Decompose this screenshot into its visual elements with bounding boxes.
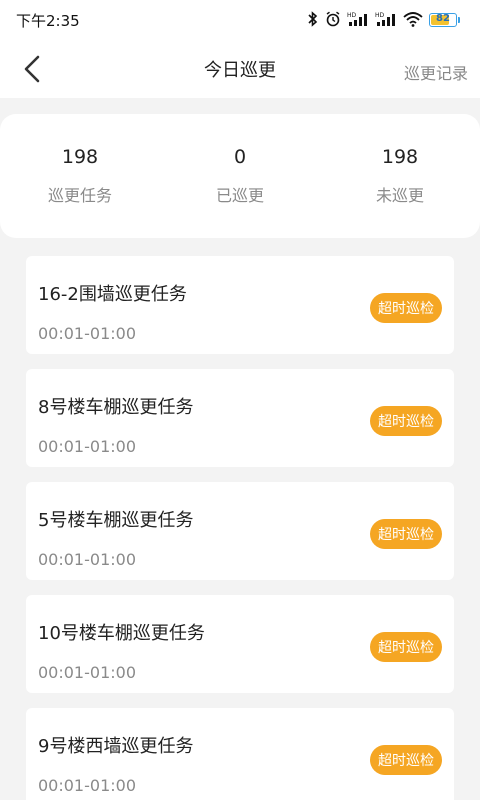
stat-value: 198 bbox=[381, 146, 419, 168]
hd-signal-icon: HD bbox=[375, 11, 397, 30]
svg-text:HD: HD bbox=[375, 12, 385, 19]
wifi-icon bbox=[403, 11, 423, 30]
status-badge[interactable]: 超时巡检 bbox=[370, 745, 442, 775]
page-title: 今日巡更 bbox=[204, 60, 276, 81]
status-badge[interactable]: 超时巡检 bbox=[370, 406, 442, 436]
stat-label: 巡更任务 bbox=[47, 186, 112, 205]
task-name: 16-2围墙巡更任务 bbox=[38, 284, 187, 305]
svg-text:HD: HD bbox=[347, 12, 357, 19]
task-time: 00:01-01:00 bbox=[38, 663, 136, 682]
task-name: 10号楼车棚巡更任务 bbox=[38, 623, 205, 644]
back-button[interactable] bbox=[18, 54, 46, 84]
stat-value: 198 bbox=[61, 146, 99, 168]
status-badge[interactable]: 超时巡检 bbox=[370, 632, 442, 662]
status-badge[interactable]: 超时巡检 bbox=[370, 293, 442, 323]
stats-panel: 198 巡更任务 0 已巡更 198 未巡更 bbox=[0, 114, 480, 238]
top-nav: 今日巡更 巡更记录 bbox=[0, 40, 480, 98]
patrol-record-link[interactable]: 巡更记录 bbox=[404, 60, 468, 84]
task-card[interactable]: 8号楼车棚巡更任务 00:01-01:00 超时巡检 bbox=[26, 369, 454, 467]
task-time: 00:01-01:00 bbox=[38, 776, 136, 795]
task-card[interactable]: 16-2围墙巡更任务 00:01-01:00 超时巡检 bbox=[26, 256, 454, 354]
stat-total[interactable]: 198 巡更任务 bbox=[0, 114, 160, 238]
task-time: 00:01-01:00 bbox=[38, 324, 136, 343]
stat-label: 已巡更 bbox=[215, 186, 264, 205]
status-bar: 下午2:35 HD HD 82 bbox=[0, 0, 480, 40]
chevron-left-icon bbox=[24, 55, 40, 83]
task-card[interactable]: 5号楼车棚巡更任务 00:01-01:00 超时巡检 bbox=[26, 482, 454, 580]
stat-done[interactable]: 0 已巡更 bbox=[160, 114, 320, 238]
task-time: 00:01-01:00 bbox=[38, 437, 136, 456]
task-name: 5号楼车棚巡更任务 bbox=[38, 510, 194, 531]
battery-level: 82 bbox=[436, 13, 450, 24]
task-name: 8号楼车棚巡更任务 bbox=[38, 397, 194, 418]
hd-signal-icon: HD bbox=[347, 11, 369, 30]
battery-icon: 82 bbox=[429, 13, 460, 27]
task-name: 9号楼西墙巡更任务 bbox=[38, 736, 194, 757]
alarm-icon bbox=[325, 11, 341, 30]
status-badge[interactable]: 超时巡检 bbox=[370, 519, 442, 549]
task-card[interactable]: 9号楼西墙巡更任务 00:01-01:00 超时巡检 bbox=[26, 708, 454, 800]
task-list: 16-2围墙巡更任务 00:01-01:00 超时巡检 8号楼车棚巡更任务 00… bbox=[26, 256, 454, 800]
stat-label: 未巡更 bbox=[375, 186, 424, 205]
stat-pending[interactable]: 198 未巡更 bbox=[320, 114, 480, 238]
task-card[interactable]: 10号楼车棚巡更任务 00:01-01:00 超时巡检 bbox=[26, 595, 454, 693]
task-time: 00:01-01:00 bbox=[38, 550, 136, 569]
bluetooth-icon bbox=[307, 10, 319, 30]
status-time: 下午2:35 bbox=[16, 11, 80, 30]
stat-value: 0 bbox=[233, 146, 247, 168]
status-icons: HD HD 82 bbox=[307, 10, 460, 30]
